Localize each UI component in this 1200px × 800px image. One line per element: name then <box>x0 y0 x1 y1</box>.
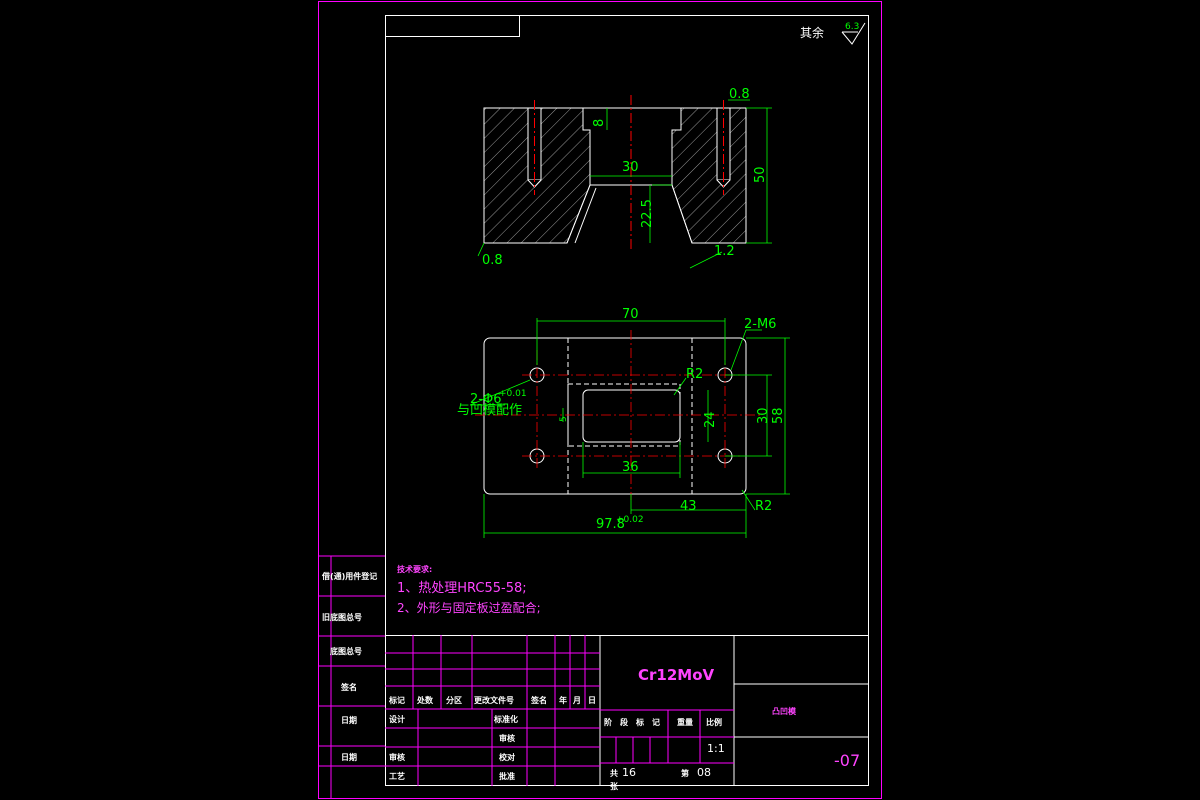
tb-sign-2-0: 审核 <box>389 752 405 762</box>
tb-scale: 1:1 <box>707 742 725 755</box>
plan-view: 70 2-M6 R2 2-Φ6 +0.01 与凹模配作 5 24 30 58 3… <box>457 307 790 538</box>
tb-rev-h0: 标记 <box>388 695 405 705</box>
dim-hole-spacing: 70 <box>622 307 639 322</box>
tb-stage-h5: 比例 <box>706 717 722 727</box>
dim-thread: 2-M6 <box>744 317 776 332</box>
tb-sheet-label: 第 <box>681 768 689 778</box>
tb-sign-1-1: 审核 <box>499 733 515 743</box>
dim-inner-30: 30 <box>756 407 771 424</box>
strip-label-4: 签名 <box>340 682 357 692</box>
dim-overall-tol: +0.02 <box>616 515 644 525</box>
plan-cavity <box>582 389 681 443</box>
tech-item-2: 2、外形与固定板过盈配合; <box>397 600 541 615</box>
tb-part-name: 凸凹模 <box>772 706 797 716</box>
inner-frame <box>385 15 869 786</box>
dim-taper-ra: 1.2 <box>714 244 735 259</box>
tb-total-unit: 张 <box>610 782 619 791</box>
tb-rev-h3: 更改文件号 <box>474 695 514 705</box>
tb-sign-3-0: 工艺 <box>389 771 405 781</box>
tb-total-label: 共 <box>610 768 618 778</box>
tb-rev-h4: 签名 <box>530 695 547 705</box>
tb-total: 16 <box>622 766 636 779</box>
section-right-hatch <box>671 107 747 244</box>
tb-sign-2-1: 校对 <box>499 752 515 762</box>
tb-sign-0-1: 标准化 <box>493 714 518 724</box>
tb-sheet: 08 <box>697 766 711 779</box>
dim-dowel-tol: +0.01 <box>499 389 527 399</box>
strip-label-5: 日期 <box>341 715 357 725</box>
strip-label-3: 底图总号 <box>329 646 362 656</box>
dim-overall-58: 58 <box>771 407 786 424</box>
tb-stage-h3: 记 <box>652 717 660 727</box>
dim-bottom-ra: 0.8 <box>482 253 503 268</box>
tb-stage-h2: 标 <box>635 717 644 727</box>
tech-item-1: 1、热处理HRC55-58; <box>397 581 527 596</box>
dim-depth: 8 <box>592 119 607 127</box>
dim-inner-24: 24 <box>703 411 718 428</box>
roughness-label: 其余 <box>800 25 824 40</box>
tb-rev-h5: 年 <box>559 695 567 705</box>
tb-drawing-no: -07 <box>834 751 860 770</box>
strip-label-1: 借(通)用件登记 <box>321 571 377 581</box>
dim-radius-outer: R2 <box>755 499 772 514</box>
dim-taper-depth: 22.5 <box>640 199 655 228</box>
dim-inner-small: 5 <box>559 416 569 422</box>
tb-rev-h2: 分区 <box>446 695 462 705</box>
drawing-code-box <box>385 15 520 37</box>
strip-label-6: 日期 <box>341 752 357 762</box>
dim-top-ra: 0.8 <box>729 87 750 102</box>
tb-sign-0-0: 设计 <box>389 714 405 724</box>
dim-dowel-note: 与凹模配作 <box>457 403 522 418</box>
tech-title: 技术要求: <box>397 564 432 574</box>
dim-radius-inner: R2 <box>686 367 703 382</box>
dim-inner-36: 36 <box>622 460 639 475</box>
strip-label-2: 旧底图总号 <box>322 612 362 622</box>
tb-rev-h1: 处数 <box>416 695 434 705</box>
tb-stage-h1: 段 <box>620 717 628 727</box>
cad-drawing: 其余 6.3 0.8 8 30 50 22.5 0.8 1.2 70 2-M6 … <box>318 1 882 799</box>
tb-sign-3-1: 批准 <box>499 771 515 781</box>
tb-stage-h0: 阶 <box>604 717 612 727</box>
tb-material: Cr12MoV <box>638 666 715 684</box>
roughness-value: 6.3 <box>845 22 859 32</box>
dim-width: 30 <box>622 160 639 175</box>
tb-rev-h7: 日 <box>588 696 596 705</box>
dim-offset-43: 43 <box>680 499 697 514</box>
dim-height: 50 <box>753 166 768 183</box>
tb-rev-h6: 月 <box>572 696 581 705</box>
section-view: 0.8 8 30 50 22.5 0.8 1.2 <box>477 87 772 269</box>
tb-stage-h4: 重量 <box>677 717 693 727</box>
